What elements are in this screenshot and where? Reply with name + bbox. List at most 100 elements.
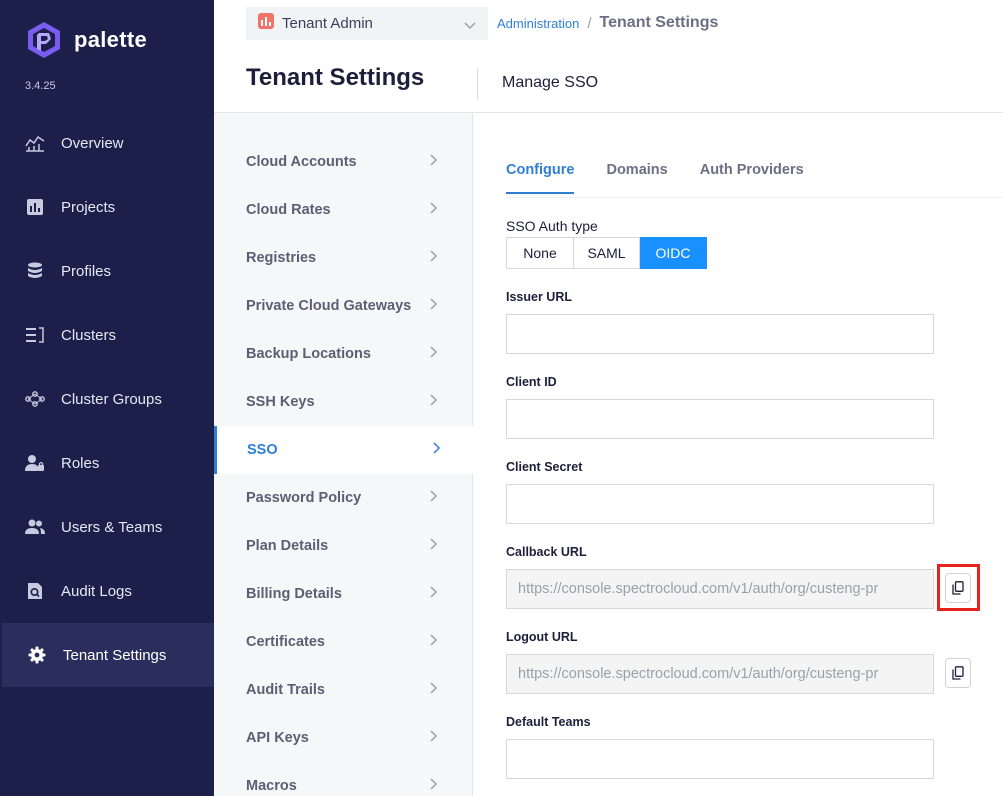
default-teams-input[interactable] xyxy=(506,739,934,779)
nav-label: Roles xyxy=(61,454,100,472)
chevron-right-icon xyxy=(433,441,441,459)
auth-type-oidc[interactable]: OIDC xyxy=(640,237,707,269)
nav-item-projects[interactable]: Projects xyxy=(0,175,214,239)
chevron-right-icon xyxy=(430,297,438,315)
settings-menu-item-cloud-accounts[interactable]: Cloud Accounts xyxy=(214,138,473,186)
main-sidebar: palette 3.4.25 Overview Projects Profile… xyxy=(0,0,214,796)
chevron-right-icon xyxy=(430,729,438,747)
app-logo[interactable]: palette xyxy=(24,20,147,60)
settings-menu-item-label: Private Cloud Gateways xyxy=(246,298,412,314)
roles-icon xyxy=(24,452,46,474)
chevron-right-icon xyxy=(430,201,438,219)
logout-url-label: Logout URL xyxy=(506,630,578,644)
sso-auth-type-selector: None SAML OIDC xyxy=(506,237,707,269)
logout-url-input[interactable] xyxy=(506,654,934,694)
settings-menu-item-sso[interactable]: SSO xyxy=(214,426,473,474)
gear-icon xyxy=(26,644,48,666)
settings-menu-item-label: Audit Trails xyxy=(246,682,325,698)
settings-menu-item-label: Certificates xyxy=(246,634,325,650)
default-teams-label: Default Teams xyxy=(506,715,591,729)
copy-icon xyxy=(952,666,964,680)
nav-item-profiles[interactable]: Profiles xyxy=(0,239,214,303)
tabs-divider xyxy=(506,197,1003,198)
settings-menu-item-macros[interactable]: Macros xyxy=(214,762,473,796)
client-id-input[interactable] xyxy=(506,399,934,439)
chevron-right-icon xyxy=(430,393,438,411)
settings-menu-item-label: SSH Keys xyxy=(246,394,315,410)
tab-auth-providers[interactable]: Auth Providers xyxy=(700,162,804,194)
scope-label: Tenant Admin xyxy=(282,15,373,32)
tab-configure[interactable]: Configure xyxy=(506,162,575,194)
auth-type-none[interactable]: None xyxy=(506,237,574,269)
page-title: Tenant Settings xyxy=(246,64,425,91)
breadcrumb-link-administration[interactable]: Administration xyxy=(497,16,579,31)
client-secret-label: Client Secret xyxy=(506,460,583,474)
chevron-right-icon xyxy=(430,489,438,507)
chevron-right-icon xyxy=(430,153,438,171)
chevron-down-icon xyxy=(464,17,476,35)
settings-menu-item-label: Plan Details xyxy=(246,538,329,554)
callback-url-input[interactable] xyxy=(506,569,934,609)
nav-item-clusters[interactable]: Clusters xyxy=(0,303,214,367)
nav-label: Cluster Groups xyxy=(61,390,162,408)
nav-label: Projects xyxy=(61,198,116,216)
issuer-url-label: Issuer URL xyxy=(506,290,572,304)
callback-url-label: Callback URL xyxy=(506,545,587,559)
nav-label: Profiles xyxy=(61,262,112,280)
settings-menu-item-certificates[interactable]: Certificates xyxy=(214,618,473,666)
title-divider xyxy=(477,68,478,100)
sso-auth-type-label: SSO Auth type xyxy=(506,218,598,234)
nav-item-audit-logs[interactable]: Audit Logs xyxy=(0,559,214,623)
settings-menu-item-label: Macros xyxy=(246,778,297,794)
chevron-right-icon xyxy=(430,681,438,699)
settings-menu-item-audit-trails[interactable]: Audit Trails xyxy=(214,666,473,714)
scope-selector[interactable]: Tenant Admin xyxy=(246,7,488,40)
auth-type-saml[interactable]: SAML xyxy=(574,237,640,269)
nav-label: Overview xyxy=(61,134,124,152)
settings-menu-item-label: Backup Locations xyxy=(246,346,371,362)
settings-menu-item-registries[interactable]: Registries xyxy=(214,234,473,282)
tab-domains[interactable]: Domains xyxy=(606,162,667,194)
issuer-url-input[interactable] xyxy=(506,314,934,354)
settings-menu-item-private-cloud-gateways[interactable]: Private Cloud Gateways xyxy=(214,282,473,330)
copy-logout-url-button[interactable] xyxy=(945,658,971,688)
breadcrumb: Administration / Tenant Settings xyxy=(497,14,718,32)
nav-label: Clusters xyxy=(61,326,117,344)
nav-label: Users & Teams xyxy=(61,518,163,536)
nav-item-users-teams[interactable]: Users & Teams xyxy=(0,495,214,559)
settings-menu-item-ssh-keys[interactable]: SSH Keys xyxy=(214,378,473,426)
breadcrumb-current: Tenant Settings xyxy=(599,14,719,31)
overview-chart-icon xyxy=(24,132,46,154)
page-subtitle: Manage SSO xyxy=(502,74,599,91)
users-icon xyxy=(24,516,46,538)
nav-label: Tenant Settings xyxy=(63,646,167,664)
settings-menu-item-billing-details[interactable]: Billing Details xyxy=(214,570,473,618)
settings-menu-item-label: SSO xyxy=(247,442,278,458)
settings-menu-item-cloud-rates[interactable]: Cloud Rates xyxy=(214,186,473,234)
settings-menu-item-password-policy[interactable]: Password Policy xyxy=(214,474,473,522)
copy-callback-highlight xyxy=(937,564,980,611)
app-name: palette xyxy=(74,27,148,52)
settings-menu-item-plan-details[interactable]: Plan Details xyxy=(214,522,473,570)
nav-item-roles[interactable]: Roles xyxy=(0,431,214,495)
sso-tabs: Configure Domains Auth Providers xyxy=(506,162,836,194)
settings-menu-item-api-keys[interactable]: API Keys xyxy=(214,714,473,762)
client-id-label: Client ID xyxy=(506,375,557,389)
nav-item-overview[interactable]: Overview xyxy=(0,111,214,175)
app-version: 3.4.25 xyxy=(25,80,56,92)
clusters-icon xyxy=(24,324,46,346)
nav-item-tenant-settings[interactable]: Tenant Settings xyxy=(2,623,214,687)
chevron-right-icon xyxy=(430,249,438,267)
nav-item-cluster-groups[interactable]: Cluster Groups xyxy=(0,367,214,431)
palette-logo-icon xyxy=(28,22,60,58)
chevron-right-icon xyxy=(430,537,438,555)
breadcrumb-separator: / xyxy=(587,14,592,32)
client-secret-input[interactable] xyxy=(506,484,934,524)
settings-menu-item-label: Cloud Accounts xyxy=(246,154,357,170)
chevron-right-icon xyxy=(430,345,438,363)
settings-menu-item-label: Registries xyxy=(246,250,317,266)
nav-label: Audit Logs xyxy=(61,582,132,600)
settings-menu-item-backup-locations[interactable]: Backup Locations xyxy=(214,330,473,378)
settings-menu-item-label: API Keys xyxy=(246,730,309,746)
audit-logs-icon xyxy=(24,580,46,602)
